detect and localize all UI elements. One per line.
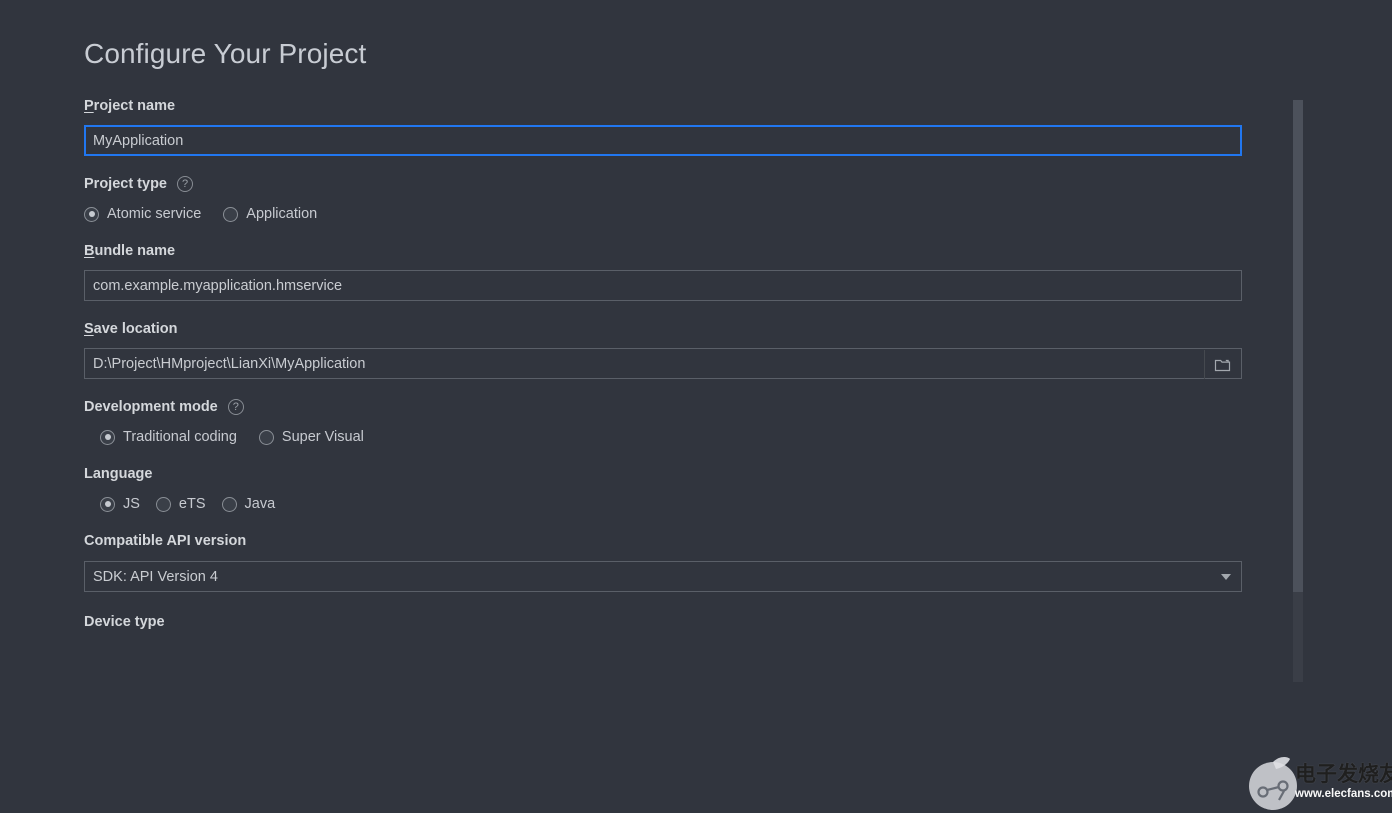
project-type-label-row: Project type ?: [84, 174, 1242, 194]
radio-label-traditional-coding: Traditional coding: [123, 429, 237, 445]
radio-option-ets[interactable]: eTS: [155, 495, 206, 513]
development-mode-label-row: Development mode ?: [84, 397, 1242, 417]
project-name-label-rest: roject name: [93, 98, 176, 114]
form-scrollbar-track[interactable]: [1293, 100, 1303, 682]
save-location-value: D:\Project\HMproject\LianXi\MyApplicatio…: [93, 355, 366, 372]
radio-option-atomic-service[interactable]: Atomic service: [84, 205, 201, 223]
radio-icon-super-visual[interactable]: [258, 429, 274, 445]
radio-label-ets: eTS: [178, 496, 206, 512]
field-language: Language JS eTS Java: [84, 464, 1242, 513]
radio-label-application: Application: [246, 206, 318, 222]
form-scroll-area[interactable]: Project name MyApplication Project type …: [0, 96, 1392, 681]
radio-icon-java[interactable]: [221, 496, 237, 512]
project-name-value: MyApplication: [93, 132, 184, 149]
field-bundle-name: Bundle name com.example.myapplication.hm…: [84, 241, 1242, 301]
radio-label-java: Java: [244, 496, 276, 512]
project-config-form: Project name MyApplication Project type …: [84, 96, 1242, 632]
bundle-name-label: Bundle name: [84, 241, 175, 261]
save-location-label: Save location: [84, 319, 177, 339]
save-location-label-rest: ave location: [93, 321, 178, 337]
compatible-api-version-value: SDK: API Version 4: [93, 568, 218, 585]
dialog-footer: Help Cancel Previous Finish: [0, 729, 1392, 813]
project-name-mnemonic: P: [84, 98, 94, 114]
device-type-label: Device type: [84, 614, 165, 630]
save-location-mnemonic: S: [84, 321, 94, 337]
radio-label-super-visual: Super Visual: [281, 429, 364, 445]
development-mode-help-icon[interactable]: ?: [227, 399, 244, 415]
configure-project-dialog: Configure Your Project Project name MyAp…: [0, 0, 1392, 813]
chevron-down-icon[interactable]: [1221, 573, 1231, 580]
radio-option-js[interactable]: JS: [100, 495, 140, 513]
radio-option-application[interactable]: Application: [223, 205, 317, 223]
bundle-name-value: com.example.myapplication.hmservice: [93, 277, 343, 294]
radio-option-java[interactable]: Java: [221, 495, 276, 513]
radio-label-js: JS: [123, 496, 140, 512]
project-name-input[interactable]: MyApplication: [84, 125, 1242, 156]
field-device-type: Device type: [84, 612, 1242, 632]
project-type-radio-group: Atomic service Application: [84, 205, 1242, 223]
compatible-api-version-label: Compatible API version: [84, 533, 247, 549]
field-save-location: Save location D:\Project\HMproject\LianX…: [84, 319, 1242, 379]
development-mode-radio-group: Traditional coding Super Visual: [84, 428, 1242, 446]
radio-icon-js[interactable]: [100, 496, 115, 512]
field-compatible-api-version: Compatible API version SDK: API Version …: [84, 531, 1242, 592]
field-project-name: Project name MyApplication: [84, 96, 1242, 156]
bundle-name-mnemonic: B: [84, 243, 95, 259]
radio-label-atomic-service: Atomic service: [107, 206, 202, 222]
form-scrollbar-thumb[interactable]: [1293, 100, 1303, 592]
development-mode-label: Development mode: [84, 399, 218, 415]
radio-icon-ets[interactable]: [155, 496, 171, 512]
radio-option-traditional-coding[interactable]: Traditional coding: [100, 428, 237, 446]
folder-icon[interactable]: [1204, 350, 1240, 379]
field-project-type: Project type ? Atomic service Applicatio…: [84, 174, 1242, 223]
bundle-name-input[interactable]: com.example.myapplication.hmservice: [84, 270, 1242, 301]
project-type-label: Project type: [84, 176, 167, 192]
compatible-api-version-select[interactable]: SDK: API Version 4: [84, 561, 1242, 592]
bundle-name-label-rest: undle name: [94, 243, 176, 259]
page-title: Configure Your Project: [84, 38, 367, 69]
radio-icon-traditional-coding[interactable]: [100, 429, 115, 445]
field-development-mode: Development mode ? Traditional coding Su…: [84, 397, 1242, 446]
project-name-label: Project name: [84, 96, 175, 116]
project-type-help-icon[interactable]: ?: [177, 176, 193, 192]
language-radio-group: JS eTS Java: [84, 495, 1242, 513]
radio-icon-atomic-service[interactable]: [84, 206, 99, 222]
radio-icon-application[interactable]: [223, 206, 239, 222]
save-location-input[interactable]: D:\Project\HMproject\LianXi\MyApplicatio…: [84, 348, 1242, 379]
language-label: Language: [84, 466, 153, 482]
radio-option-super-visual[interactable]: Super Visual: [258, 428, 364, 446]
